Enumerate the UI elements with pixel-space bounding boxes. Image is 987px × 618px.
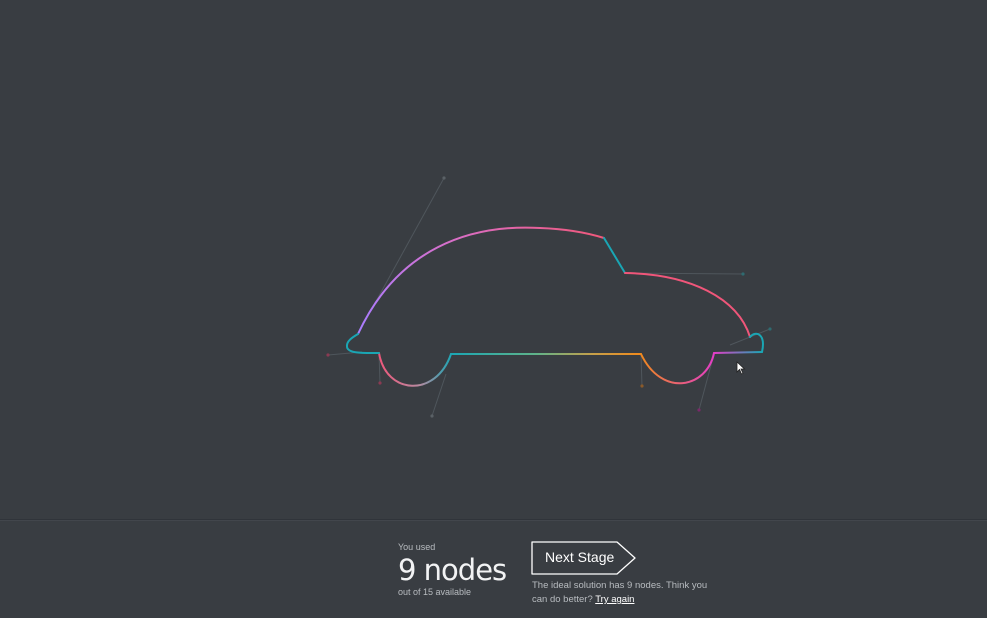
control-point: [768, 327, 772, 331]
hood-curve: [624, 272, 751, 338]
score-panel: You used 9 nodes out of 15 available: [398, 542, 507, 598]
nodes-used: 9 nodes: [398, 553, 507, 587]
control-point: [442, 176, 446, 180]
handle-line: [640, 353, 643, 387]
control-point: [741, 272, 745, 276]
try-again-link[interactable]: Try again: [595, 594, 634, 605]
next-stage-button[interactable]: Next Stage: [531, 541, 639, 575]
nodes-count: 9: [398, 553, 416, 587]
drawing-canvas[interactable]: [0, 0, 987, 519]
control-point: [430, 414, 434, 418]
control-point: [378, 381, 382, 385]
rear-wheel-arch: [378, 352, 452, 387]
control-points: [326, 176, 772, 418]
front-wheel-arch: [640, 352, 715, 385]
window-line: [603, 237, 626, 274]
roof-curve: [357, 226, 605, 335]
result-footer: You used 9 nodes out of 15 available Nex…: [0, 519, 987, 618]
control-point: [326, 353, 330, 357]
handle-line: [431, 373, 447, 417]
car-outline: [345, 226, 764, 387]
control-point: [697, 408, 701, 412]
next-stage-label: Next Stage: [545, 549, 615, 565]
nodes-unit: nodes: [423, 553, 507, 587]
rear-bumper: [345, 333, 380, 355]
front-bottom: [713, 351, 763, 354]
used-label: You used: [398, 542, 436, 552]
control-point: [640, 384, 644, 388]
available-label: out of 15 available: [398, 587, 472, 597]
car-drawing: [326, 176, 772, 418]
hint-text: The ideal solution has 9 nodes. Think yo…: [532, 579, 722, 607]
